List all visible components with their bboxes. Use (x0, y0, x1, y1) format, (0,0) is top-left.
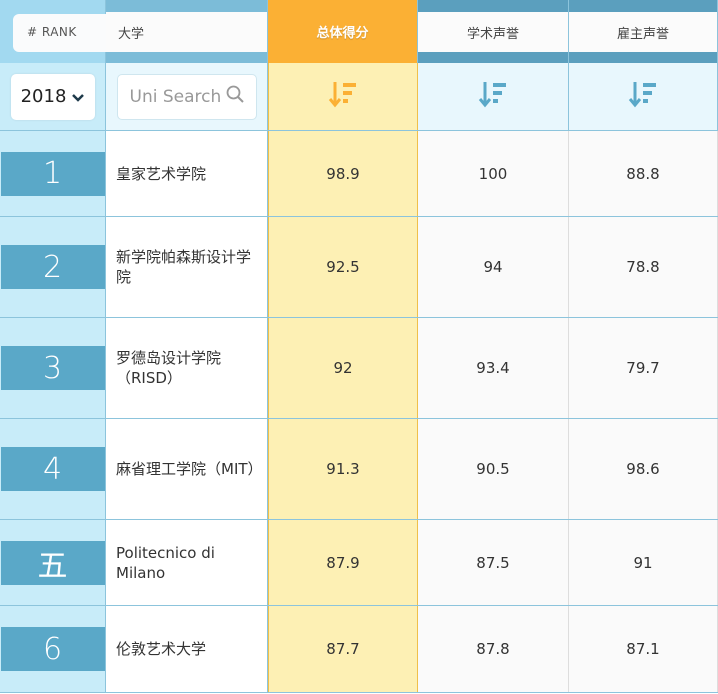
overall-score: 92 (268, 318, 418, 418)
university-name[interactable]: Politecnico di Milano (106, 520, 268, 605)
rank-sort-button[interactable]: # RANK (13, 14, 113, 52)
employer-score: 79.7 (569, 318, 718, 418)
sort-overall-button[interactable] (268, 63, 418, 130)
university-name[interactable]: 新学院帕森斯设计学院 (106, 217, 268, 317)
university-name[interactable]: 麻省理工学院（MIT） (106, 419, 268, 519)
sort-academic-button[interactable] (418, 63, 569, 130)
overall-score: 92.5 (268, 217, 418, 317)
academic-score: 90.5 (418, 419, 569, 519)
university-name-text: 罗德岛设计学院（RISD） (116, 349, 222, 387)
chevron-down-icon (72, 86, 85, 107)
employer-score: 78.8 (569, 217, 718, 317)
rankings-table: # RANK 大学 总体得分 学术声誉 雇主声誉 2018 Uni Search… (0, 0, 718, 694)
overall-score: 87.9 (268, 520, 418, 605)
year-cell: 2018 (0, 63, 106, 130)
table-row[interactable]: 6 伦敦艺术大学 87.7 87.8 87.1 (0, 606, 718, 693)
rank-badge: 五 (0, 540, 105, 585)
rank-cell: 2 (0, 217, 106, 317)
rank-header: # RANK (0, 0, 113, 63)
table-row[interactable]: 五 Politecnico di Milano 87.9 87.5 91 (0, 520, 718, 606)
employer-score: 91 (569, 520, 718, 605)
sort-desc-icon (628, 81, 658, 113)
rank-badge: 6 (0, 627, 105, 671)
academic-score: 87.8 (418, 606, 569, 692)
rank-cell: 4 (0, 419, 106, 519)
table-body: 1 皇家艺术学院 98.9 100 88.8 2 新学院帕森斯设计学院 92.5 … (0, 131, 718, 693)
employer-header[interactable]: 雇主声誉 (569, 0, 718, 63)
employer-score: 87.1 (569, 606, 718, 692)
academic-score: 100 (418, 131, 569, 216)
overall-score: 98.9 (268, 131, 418, 216)
sort-desc-icon (478, 81, 508, 113)
table-row[interactable]: 2 新学院帕森斯设计学院 92.5 94 78.8 (0, 217, 718, 318)
header-row: # RANK 大学 总体得分 学术声誉 雇主声誉 (0, 0, 718, 63)
rank-badge: 2 (0, 245, 105, 289)
academic-score: 87.5 (418, 520, 569, 605)
search-cell: Uni Search (106, 63, 268, 130)
academic-score: 93.4 (418, 318, 569, 418)
sort-desc-icon (328, 81, 358, 113)
academic-header-label: 学术声誉 (418, 12, 568, 52)
university-name[interactable]: 罗德岛设计学院（RISD） (106, 318, 268, 418)
academic-score: 94 (418, 217, 569, 317)
rank-badge: 1 (0, 151, 105, 196)
year-select[interactable]: 2018 (10, 73, 95, 120)
university-name-text: 皇家艺术学院 (116, 164, 207, 183)
rank-cell: 3 (0, 318, 106, 418)
university-header-label: 大学 (106, 12, 267, 52)
filter-row: 2018 Uni Search (0, 63, 718, 131)
search-input[interactable]: Uni Search (116, 73, 257, 120)
university-name[interactable]: 伦敦艺术大学 (106, 606, 268, 692)
table-row[interactable]: 4 麻省理工学院（MIT） 91.3 90.5 98.6 (0, 419, 718, 520)
university-name-text: 新学院帕森斯设计学院 (116, 248, 252, 286)
academic-header[interactable]: 学术声誉 (418, 0, 569, 63)
rank-badge: 3 (0, 346, 105, 390)
university-name[interactable]: 皇家艺术学院 (106, 131, 268, 216)
table-row[interactable]: 3 罗德岛设计学院（RISD） 92 93.4 79.7 (0, 318, 718, 419)
search-icon (226, 85, 244, 108)
table-row[interactable]: 1 皇家艺术学院 98.9 100 88.8 (0, 131, 718, 217)
university-name-text: 麻省理工学院（MIT） (116, 460, 263, 478)
rank-cell: 五 (0, 520, 106, 605)
university-name-text: 伦敦艺术大学 (116, 640, 207, 658)
overall-score: 87.7 (268, 606, 418, 692)
rank-badge: 4 (0, 447, 105, 491)
sort-employer-button[interactable] (569, 63, 718, 130)
rank-cell: 1 (0, 131, 106, 216)
year-value: 2018 (20, 86, 67, 107)
university-header: 大学 (106, 0, 268, 63)
employer-header-label: 雇主声誉 (569, 12, 717, 52)
overall-score: 91.3 (268, 419, 418, 519)
employer-score: 98.6 (569, 419, 718, 519)
rank-cell: 6 (0, 606, 106, 692)
university-name-text: Politecnico di Milano (116, 543, 215, 582)
overall-header[interactable]: 总体得分 (268, 0, 418, 63)
employer-score: 88.8 (569, 131, 718, 216)
search-placeholder: Uni Search (129, 86, 222, 107)
